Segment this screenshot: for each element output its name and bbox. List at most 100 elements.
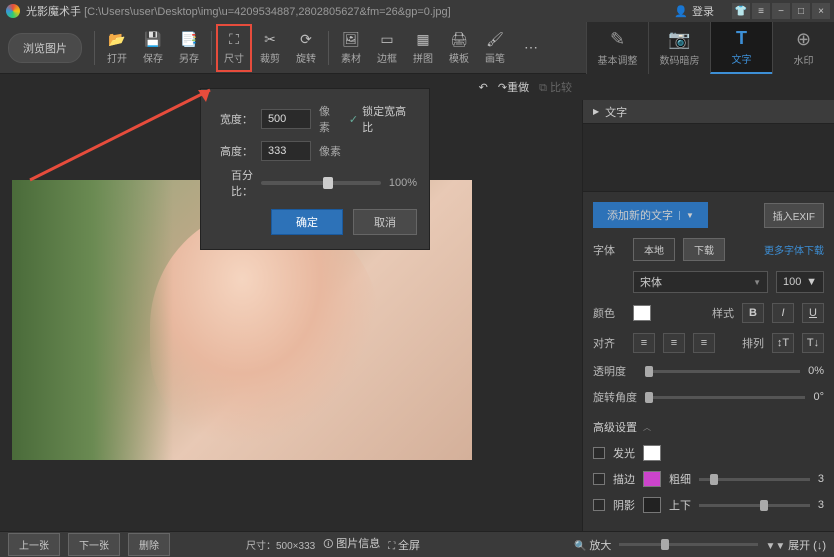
zoom-button[interactable]: 🔍 放大 [574,537,611,553]
font-download-tab[interactable]: 下载 [683,238,725,261]
menu-icon[interactable]: ≡ [752,3,770,19]
delete-button[interactable]: 删除 [128,533,170,556]
tool-open[interactable]: 📂打开 [99,24,135,72]
width-input[interactable] [261,109,311,129]
percent-slider[interactable] [261,181,381,185]
compare-icon[interactable]: ⧉ 比较 [539,79,572,95]
bold-button[interactable]: B [742,303,764,323]
glow-checkbox[interactable] [593,447,605,459]
percent-value: 100% [389,177,417,189]
tab-watermark[interactable]: ⊕水印 [772,22,834,74]
login-area[interactable]: 👤 登录 [674,3,714,19]
open-icon: 📂 [108,30,126,48]
fontsize-select[interactable]: 100▼ [776,271,824,293]
tool-template[interactable]: 🖨模板 [441,24,477,72]
italic-button[interactable]: I [772,303,794,323]
opacity-slider[interactable] [645,370,800,373]
tool-rotate[interactable]: ⟳旋转 [288,24,324,72]
arrange-v-button[interactable]: T↓ [802,333,824,353]
tab-text[interactable]: T文字 [710,22,772,74]
skin-icon[interactable]: 👕 [732,3,750,19]
tool-more[interactable]: ⋯ [513,24,549,72]
width-label: 宽度： [213,111,253,127]
advanced-section[interactable]: 高级设置︿ [593,419,824,435]
tab-darkroom[interactable]: 📷数码暗房 [648,22,710,74]
brush-icon: 🖌 [486,30,504,48]
align-right-button[interactable]: ≡ [693,333,715,353]
style-label: 样式 [712,305,734,321]
collage-icon: ▦ [414,30,432,48]
tool-crop[interactable]: ✂裁剪 [252,24,288,72]
template-icon: 🖨 [450,30,468,48]
font-label: 字体 [593,242,625,258]
prev-button[interactable]: 上一张 [8,533,60,556]
close-icon[interactable]: × [812,3,830,19]
saveas-icon: 📑 [180,30,198,48]
shadow-color[interactable] [643,497,661,513]
tool-border[interactable]: ▭边框 [369,24,405,72]
opacity-label: 透明度 [593,363,637,379]
align-center-button[interactable]: ≡ [663,333,685,353]
lock-ratio[interactable]: ✓锁定宽高比 [349,103,417,135]
glow-label: 发光 [613,445,635,461]
font-select[interactable]: 宋体▼ [633,271,768,293]
chevron-down-icon: ▼ [679,211,694,220]
height-unit: 像素 [319,143,341,159]
redo-button[interactable]: ↷重做 [498,79,529,95]
tool-material[interactable]: 🖼素材 [333,24,369,72]
app-title: 光影魔术手 [C:\Users\user\Desktop\img\u=42095… [26,3,451,19]
add-text-button[interactable]: 添加新的文字▼ [593,202,708,228]
browse-button[interactable]: 浏览图片 [8,33,82,63]
size-panel: 宽度： 像素 ✓锁定宽高比 高度： 像素 百分比： 100% 确定 取消 [200,88,430,250]
size-readout: 尺寸：500×333 [246,537,315,552]
zoom-slider[interactable] [619,543,757,546]
insert-exif-button[interactable]: 插入EXIF [764,203,824,228]
next-button[interactable]: 下一张 [68,533,120,556]
height-input[interactable] [261,141,311,161]
tool-brush[interactable]: 🖌画笔 [477,24,513,72]
undo-icon[interactable]: ↶ [479,81,488,94]
tool-save[interactable]: 💾保存 [135,24,171,72]
tool-saveas[interactable]: 📑另存 [171,24,207,72]
collapse-icon: ▶ [593,107,599,116]
shadow-slider[interactable] [699,504,810,507]
expand-button[interactable]: ▼▼ 展开 (↓) [766,537,826,553]
user-icon: 👤 [674,5,688,18]
window-controls: 👕 ≡ − □ × [732,3,830,19]
ok-button[interactable]: 确定 [271,209,343,235]
cancel-button[interactable]: 取消 [353,209,417,235]
stroke-slider[interactable] [699,478,810,481]
underline-button[interactable]: U [802,303,824,323]
app-logo-icon [6,4,20,18]
more-fonts-link[interactable]: 更多字体下载 [764,242,824,257]
shadow-checkbox[interactable] [593,499,605,511]
titlebar: 光影魔术手 [C:\Users\user\Desktop\img\u=42095… [0,0,834,22]
tool-collage[interactable]: ▦拼图 [405,24,441,72]
stroke-checkbox[interactable] [593,473,605,485]
stroke-value: 3 [818,473,824,485]
shadow-label: 阴影 [613,497,635,513]
maximize-icon[interactable]: □ [792,3,810,19]
fullscreen-button[interactable]: ⛶ 全屏 [388,537,420,553]
shadow-value: 3 [818,499,824,511]
rotate-value: 0° [813,391,824,403]
color-swatch[interactable] [633,305,651,321]
align-left-button[interactable]: ≡ [633,333,655,353]
glow-color[interactable] [643,445,661,461]
right-panel: ▶文字 添加新的文字▼ 插入EXIF 字体 本地 下载 更多字体下载 宋体▼ 1… [582,100,834,557]
minimize-icon[interactable]: − [772,3,790,19]
tab-basic[interactable]: ✎基本调整 [586,22,648,74]
stroke-color[interactable] [643,471,661,487]
save-icon: 💾 [144,30,162,48]
arrange-h-button[interactable]: ↕T [772,333,794,353]
stroke-label: 描边 [613,471,635,487]
rotate-slider[interactable] [645,396,805,399]
info-button[interactable]: 🛈 图片信息 [323,535,380,554]
font-local-tab[interactable]: 本地 [633,238,675,261]
text-icon: T [736,28,747,49]
border-icon: ▭ [378,30,396,48]
login-label: 登录 [692,3,714,19]
more-icon: ⋯ [522,39,540,57]
tool-size[interactable]: ⛶尺寸 [216,24,252,72]
panel-header[interactable]: ▶文字 [583,100,834,124]
